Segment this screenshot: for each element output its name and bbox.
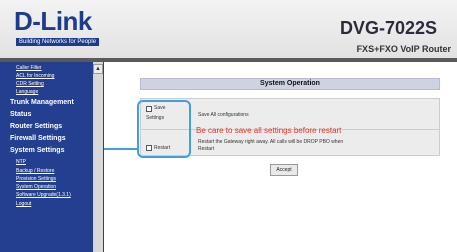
accept-button[interactable]: Accept [270,164,298,176]
sidebar-item-trunk-management[interactable]: Trunk Management [10,99,74,106]
restart-description: Restart the Gateway right away. All call… [198,139,344,145]
sidebar-item-language[interactable]: Language [16,89,38,95]
dlink-logo: D-Link Building Networks for People [10,4,130,54]
sidebar-item-ntp[interactable]: NTP [16,159,26,165]
router-admin-window: D-Link Building Networks for People DVG-… [0,0,457,252]
highlight-callout [137,100,191,158]
section-title-bar: System Operation [140,78,440,90]
sidebar-item-system-operation[interactable]: System Operation [16,184,56,190]
model-name: DVG-7022S [339,18,437,38]
callout-pointer-line [104,148,138,150]
model-subtitle: FXS+FXO VoIP Router [356,44,451,54]
sidebar-item-cdr[interactable]: CDR Setting [16,81,44,87]
header: D-Link Building Networks for People DVG-… [0,0,457,58]
sidebar-item-acl[interactable]: ACL for Incoming [16,73,54,79]
sidebar-item-software-upgrade[interactable]: Software Upgrade(1.3.1) [16,192,71,198]
sidebar-scrollbar[interactable] [93,62,103,252]
sidebar-item-backup-restore[interactable]: Backup / Restore [16,168,54,174]
sidebar-item-firewall-settings[interactable]: Firewall Settings [10,135,66,142]
restart-warning: Be care to save all settings before rest… [196,126,342,135]
sidebar-item-router-settings[interactable]: Router Settings [10,123,62,130]
page-title: System Operation [260,80,320,87]
sidebar-item-system-settings[interactable]: System Settings [10,147,64,154]
sidebar: Caller Filter ACL for Incoming CDR Setti… [0,62,104,252]
logo-text: D-Link [14,6,92,36]
save-description: Save All configurations [198,112,249,118]
sidebar-item-logout[interactable]: Logout [16,201,31,207]
restart-description-2: Restart [198,146,215,152]
scroll-up-arrow-icon[interactable]: ▲ [93,64,103,74]
sidebar-item-caller-filter[interactable]: Caller Filter [16,65,42,71]
sidebar-item-status[interactable]: Status [10,111,31,118]
logo-tagline: Building Networks for People [16,38,100,46]
sidebar-item-provision-settings[interactable]: Provision Settings [16,176,56,182]
